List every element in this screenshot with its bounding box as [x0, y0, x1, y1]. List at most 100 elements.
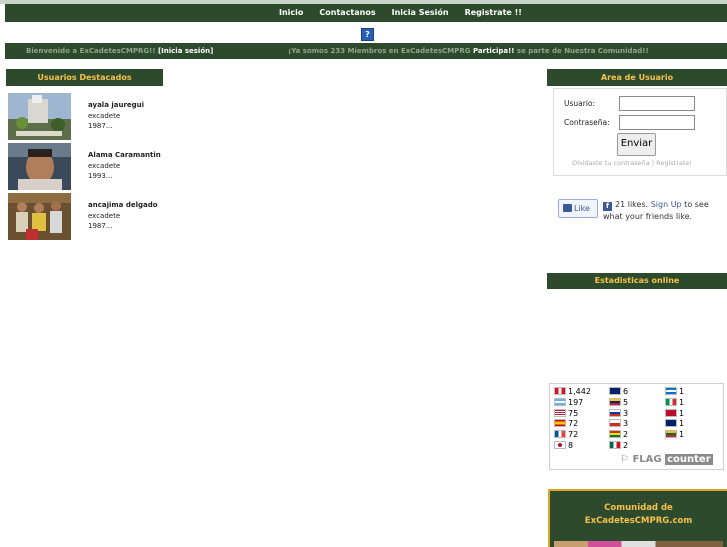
flag-counter-entry-fr: 72 [554, 430, 578, 439]
online-stats-header: Estadisticas online [547, 273, 727, 289]
flag-count: 3 [623, 408, 629, 418]
flag-counter-entry-ve: 5 [609, 397, 629, 407]
submit-button[interactable]: Enviar [617, 133, 656, 156]
facebook-signup-link[interactable]: Sign Up [651, 200, 682, 209]
flag-ru-icon [609, 408, 621, 417]
user-name-3[interactable]: ancajima delgado [88, 201, 158, 209]
user-photo-2[interactable] [8, 143, 71, 190]
flag-hn-icon [665, 387, 677, 395]
featured-user-2[interactable]: Alama Caramantin excadete 1993... [8, 143, 208, 191]
flag-it-icon [665, 397, 677, 406]
password-input[interactable] [619, 115, 695, 130]
thumbs-up-icon [563, 204, 572, 212]
flag-us-icon [554, 408, 566, 417]
flag-counter-entry-hn: 1 [665, 387, 684, 396]
flag-cl-icon [609, 419, 621, 428]
flag-count: 2 [623, 430, 629, 440]
welcome-bar: Bienvenido a ExCadetesCMPRG!! [Inicia se… [5, 43, 727, 59]
facebook-icon: f [603, 202, 612, 211]
flag-counter-entry-pe: 1,442 [554, 387, 591, 396]
community-text: se parte de Nuestra Comunidad!! [514, 47, 649, 55]
flag-bo-icon [609, 430, 621, 439]
facebook-like-text: f 21 likes. Sign Up to see what your frie… [603, 199, 723, 222]
welcome-right: ¡Ya somos 233 Miembros en ExCadetesCMPRG… [288, 47, 649, 55]
flag-counter-entry-bo: 2 [609, 430, 628, 439]
participa-link[interactable]: Participa!! [473, 47, 515, 55]
flag-counter-entry-gb: 1 [665, 419, 684, 428]
flag-counter-entry-us: 75 [554, 408, 579, 418]
likes-count: 21 likes. [615, 200, 651, 209]
flag-ar-icon [554, 397, 566, 406]
flag-count: 5 [623, 397, 629, 407]
flag-counter-entry-ar: 197 [554, 397, 584, 407]
password-label: Contraseña: [564, 118, 610, 127]
community-line-1: Comunidad de [604, 503, 673, 513]
flag-pe-icon [554, 387, 566, 395]
flag-gb-icon [665, 419, 677, 428]
flag-count: 72 [568, 430, 579, 440]
user-photo-1[interactable] [8, 93, 71, 140]
flag-jp-icon [554, 441, 566, 449]
flag-counter-entry-lt: 1 [665, 430, 684, 439]
flag-count: 6 [623, 387, 629, 396]
flag-counter-entry-es: 72 [554, 419, 578, 428]
flag-logo-text: FLAG [632, 454, 662, 465]
like-label: Like [574, 204, 590, 213]
nav-contactanos[interactable]: Contactanos [319, 8, 375, 17]
featured-user-3[interactable]: ancajima delgado excadete 1987... [8, 193, 208, 241]
flag-count: 2 [623, 441, 629, 450]
flag-counter-entry-cl: 3 [609, 419, 628, 428]
facebook-like-button[interactable]: Like [558, 199, 598, 218]
username-input[interactable] [619, 96, 695, 111]
flag-counter-entry-mx: 2 [609, 441, 628, 450]
flag-count: 1 [679, 397, 685, 407]
flag-au-icon [609, 387, 621, 395]
community-box[interactable]: Comunidad de ExCadetesCMPRG.com [548, 489, 727, 547]
user-name-2[interactable]: Alama Caramantin [88, 151, 161, 159]
flag-counter-entry-no: 1 [665, 408, 685, 418]
flag-fr-icon [554, 430, 566, 439]
flag-counter-entry-it: 1 [665, 397, 685, 407]
login-link[interactable]: [Inicia sesión] [158, 47, 213, 55]
flag-counter-entry-ru: 3 [609, 408, 629, 418]
flag-count: 75 [568, 408, 579, 418]
welcome-text: Bienvenido a ExCadetesCMPRG!! [26, 47, 158, 55]
community-line-2: ExCadetesCMPRG.com [584, 516, 693, 526]
help-icon[interactable]: ? [361, 28, 374, 41]
nav-inicia-sesion[interactable]: Inicia Sesión [392, 8, 449, 17]
flag-count: 3 [623, 419, 629, 429]
nav-links: Inicio Contactanos Inicia Sesión Registr… [279, 8, 538, 17]
user-area-header: Area de Usuario [547, 69, 727, 86]
flag-es-icon [554, 419, 566, 428]
featured-user-1[interactable]: ayala jauregui excadete 1987... [8, 93, 208, 141]
user-role-1: excadete [88, 112, 121, 120]
user-year-1: 1987... [88, 122, 113, 130]
flag-count: 1 [679, 419, 685, 429]
user-year-3: 1987... [88, 222, 113, 230]
flag-counter-entry-jp: 8 [554, 441, 573, 450]
flag-count: 72 [568, 419, 579, 429]
flag-count: 1 [679, 430, 685, 440]
flag-lt-icon [665, 430, 677, 439]
flag-mx-icon [609, 441, 621, 449]
login-links: Olvidaste tu contraseña | Registrate! [572, 159, 692, 167]
flag-logo-icon: ⚐ [620, 454, 633, 465]
forgot-password-link[interactable]: Olvidaste tu contraseña [572, 159, 650, 167]
flag-count: 8 [568, 441, 574, 450]
flag-counter-logo[interactable]: ⚐ FLAG counter [620, 454, 713, 465]
user-role-3: excadete [88, 212, 121, 220]
members-text: ¡Ya somos 233 Miembros en ExCadetesCMPRG [288, 47, 473, 55]
flag-count: 197 [568, 397, 584, 407]
user-name-1[interactable]: ayala jauregui [88, 101, 144, 109]
flag-no-icon [665, 408, 677, 417]
nav-inicio[interactable]: Inicio [279, 8, 303, 17]
featured-users-header: Usuarios Destacados [6, 69, 163, 86]
top-nav-bar: Inicio Contactanos Inicia Sesión Registr… [5, 4, 727, 22]
nav-registrate[interactable]: Registrate !! [465, 8, 522, 17]
user-photo-3[interactable] [8, 193, 71, 240]
community-photo-strip [554, 541, 723, 547]
flag-count: 1 [679, 408, 685, 418]
counter-logo-text: counter [665, 454, 713, 465]
register-link[interactable]: Registrate! [656, 159, 692, 167]
flag-count: 1 [679, 387, 685, 396]
